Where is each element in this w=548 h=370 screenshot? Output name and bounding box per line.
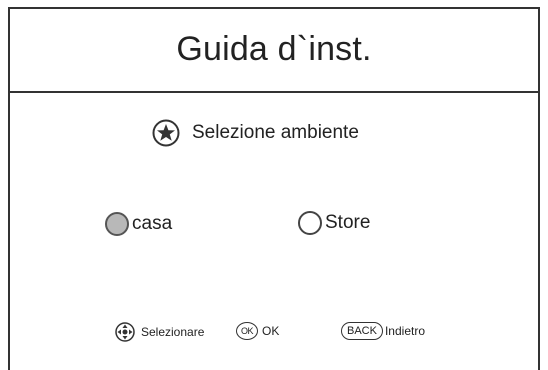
hint-back-label: Indietro	[384, 324, 425, 338]
section-heading: Selezione ambiente	[152, 117, 359, 149]
setup-guide-screen: Guida d`inst. Selezione ambiente casa St…	[0, 0, 548, 370]
radio-store[interactable]	[298, 211, 322, 235]
option-store-label: Store	[325, 212, 371, 233]
ok-key-icon: OK	[236, 322, 258, 340]
star-circle-icon	[152, 119, 180, 147]
hint-ok-label: OK	[262, 324, 280, 338]
hint-back: BACK Indietro	[341, 322, 425, 340]
hint-select-label: Selezionare	[141, 325, 205, 339]
section-heading-text: Selezione ambiente	[192, 122, 359, 143]
hint-ok: OK OK	[236, 322, 279, 340]
title-bar: Guida d`inst.	[8, 7, 540, 93]
option-casa-label: casa	[132, 213, 173, 234]
dpad-icon	[115, 322, 135, 342]
option-casa[interactable]: casa	[105, 207, 172, 241]
back-key-icon: BACK	[341, 322, 383, 340]
page-title: Guida d`inst.	[176, 29, 372, 68]
radio-casa[interactable]	[105, 212, 129, 236]
option-store[interactable]: Store	[298, 206, 370, 240]
hint-select: Selezionare	[115, 322, 204, 342]
footer-hints: Selezionare OK OK BACK Indietro	[8, 316, 540, 350]
